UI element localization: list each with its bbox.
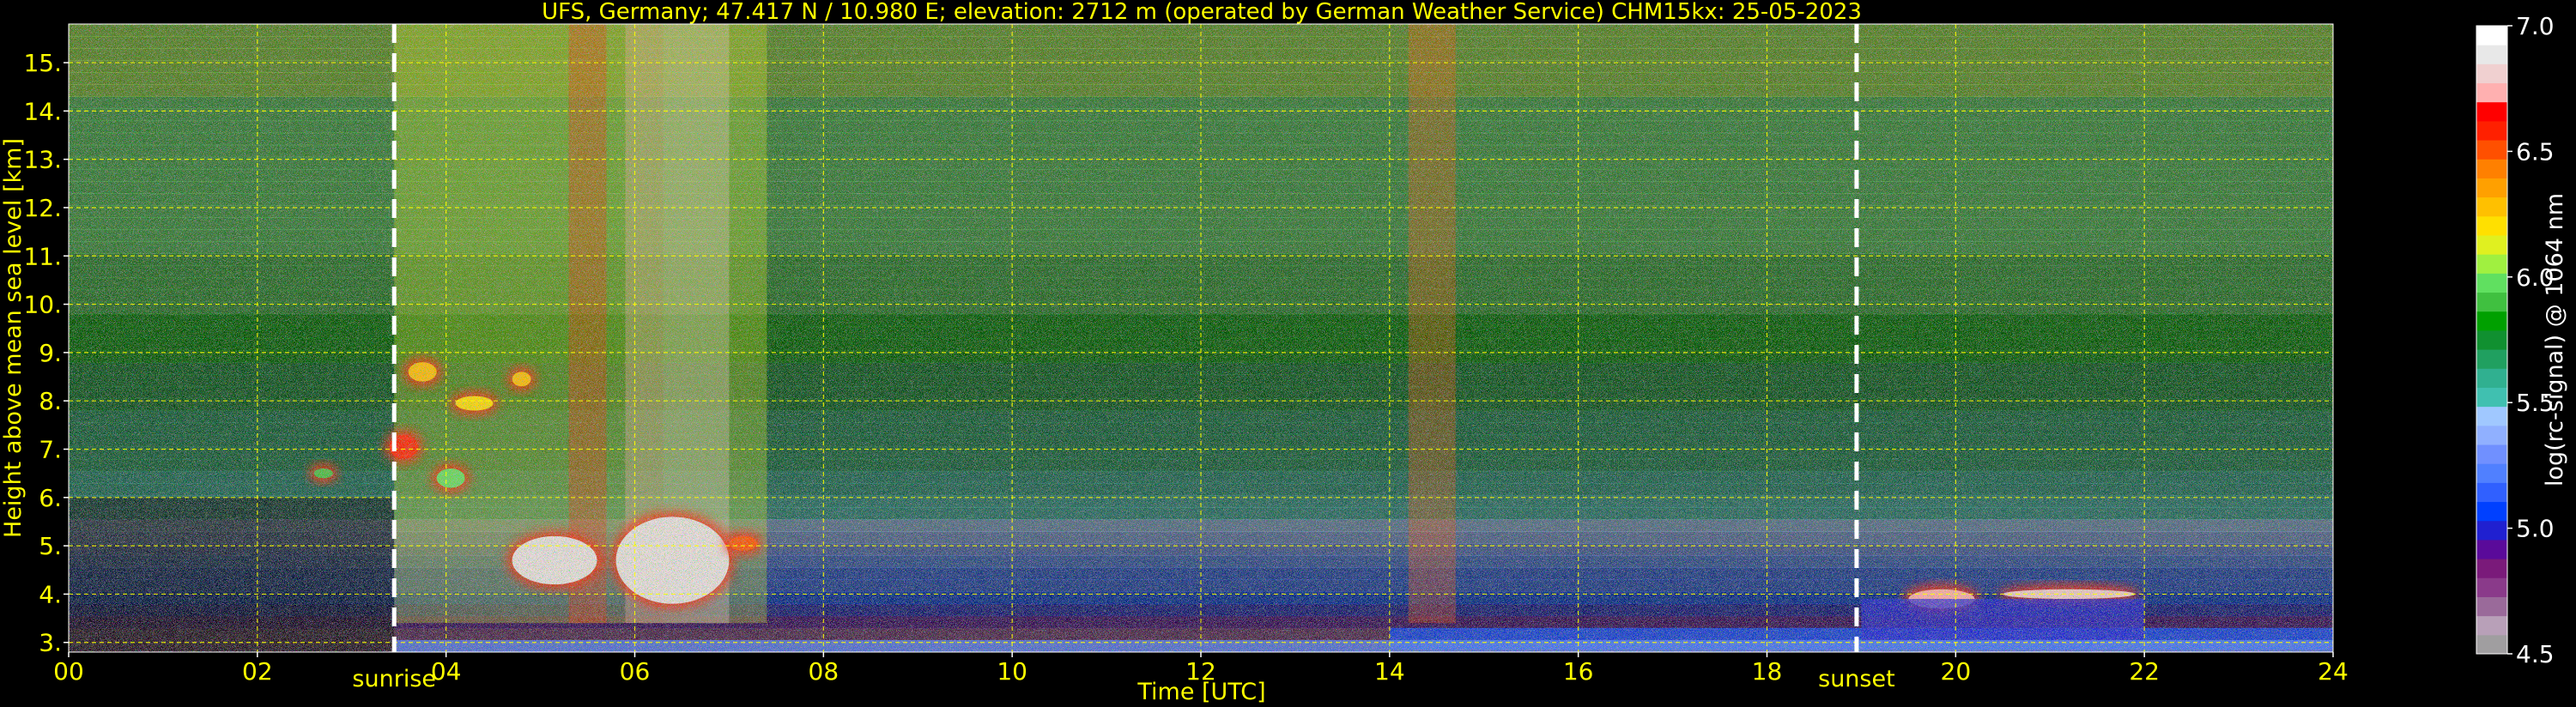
colorbar-segment — [2476, 482, 2507, 503]
y-tick-label: 9. — [39, 339, 62, 367]
colorbar-segment — [2476, 101, 2507, 122]
x-tick-label: 16 — [1563, 657, 1594, 686]
y-tick-label: 10. — [23, 291, 62, 319]
chart-title: UFS, Germany; 47.417 N / 10.980 E; eleva… — [542, 0, 1862, 25]
x-tick-label: 02 — [242, 657, 273, 686]
y-tick-label: 4. — [39, 580, 62, 608]
colorbar-segment — [2476, 140, 2507, 160]
colorbar-segment — [2476, 159, 2507, 178]
x-tick-label: 22 — [2129, 657, 2160, 686]
y-tick-label: 13. — [23, 146, 62, 174]
colorbar-segment — [2476, 292, 2507, 312]
colorbar-segment — [2476, 368, 2507, 388]
colorbar-segment — [2476, 215, 2507, 236]
colorbar-tick-label: 5.0 — [2516, 515, 2555, 543]
colorbar-segment — [2476, 254, 2507, 274]
colorbar-tick-label: 4.5 — [2516, 640, 2555, 668]
y-tick-label: 14. — [23, 97, 62, 125]
x-tick-label: 18 — [1752, 657, 1783, 686]
colorbar-segment — [2476, 501, 2507, 522]
x-tick-label: 14 — [1374, 657, 1405, 686]
colorbar-segment — [2476, 273, 2507, 293]
x-tick-label: 08 — [809, 657, 839, 686]
colorbar-segment — [2476, 577, 2507, 597]
colorbar-segment — [2476, 559, 2507, 578]
y-tick-label: 8. — [39, 387, 62, 415]
y-axis: 3. 4. 5. 6. 7. 8. 9. 10. 11. 12. 13. 14. 15. — [23, 49, 69, 657]
colorbar-segment — [2476, 235, 2507, 255]
y-axis-label: Height above mean sea level [km] — [0, 138, 27, 538]
x-tick-label: 10 — [997, 657, 1027, 686]
colorbar-segment — [2476, 634, 2507, 655]
marker-label: sunrise — [352, 666, 436, 692]
y-tick-label: 15. — [23, 49, 62, 77]
colorbar-segment — [2476, 26, 2507, 45]
colorbar-tick-label: 7.0 — [2516, 12, 2555, 40]
colorbar-segment — [2476, 45, 2507, 64]
y-tick-label: 7. — [39, 436, 62, 464]
y-tick-label: 6. — [39, 484, 62, 512]
colorbar-segment — [2476, 444, 2507, 464]
colorbar-segment — [2476, 311, 2507, 331]
y-tick-label: 5. — [39, 532, 62, 560]
colorbar-segment — [2476, 120, 2507, 141]
colorbar-segment — [2476, 349, 2507, 369]
x-tick-label: 00 — [53, 657, 84, 686]
colorbar-tick-label: 6.5 — [2516, 137, 2555, 166]
x-tick-label: 06 — [620, 657, 651, 686]
y-tick-label: 11. — [23, 242, 62, 270]
sun-marker-labels: sunrise sunset — [352, 666, 1894, 692]
colorbar-segment — [2476, 596, 2507, 617]
marker-label: sunset — [1818, 666, 1895, 692]
y-tick-label: 12. — [23, 194, 62, 222]
colorbar-segment — [2476, 615, 2507, 636]
ceilometer-chart: UFS, Germany; 47.417 N / 10.980 E; eleva… — [0, 0, 2568, 705]
colorbar-segment — [2476, 63, 2507, 84]
colorbar-segment — [2476, 82, 2507, 103]
colorbar-segment — [2476, 196, 2507, 217]
colorbar-segment — [2476, 387, 2507, 408]
colorbar-segment — [2476, 520, 2507, 541]
colorbar-label: log(rc-signal) @ 1064 nm — [2542, 193, 2568, 486]
colorbar-segment — [2476, 329, 2507, 350]
colorbar — [2476, 25, 2508, 655]
x-tick-label: 24 — [2318, 657, 2349, 686]
x-axis-label: Time [UTC] — [1136, 679, 1265, 705]
y-tick-label: 3. — [39, 629, 62, 657]
colorbar-segment — [2476, 178, 2507, 198]
colorbar-segment — [2476, 539, 2507, 559]
plot-area — [69, 24, 2333, 652]
x-tick-label: 20 — [1941, 657, 1972, 686]
colorbar-segment — [2476, 463, 2507, 483]
colorbar-segment — [2476, 406, 2507, 426]
colorbar-segment — [2476, 425, 2507, 445]
